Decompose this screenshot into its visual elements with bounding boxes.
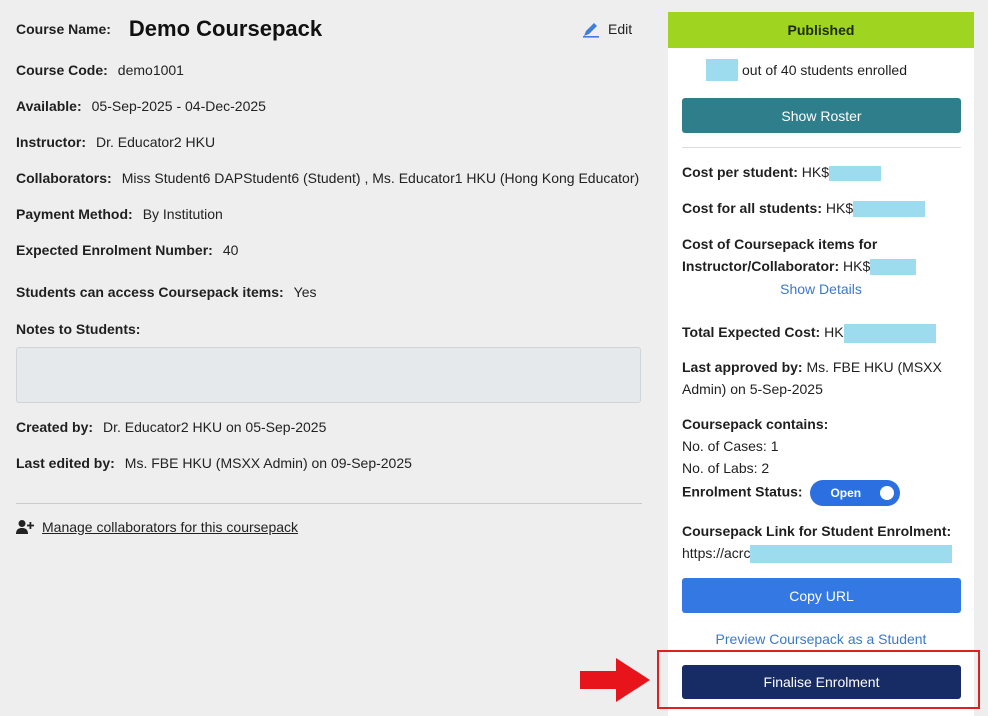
divider [16, 503, 642, 504]
cost-all-label: Cost for all students: [682, 200, 823, 216]
course-code-value: demo1001 [117, 62, 184, 78]
expected-label: Expected Enrolment Number: [16, 242, 213, 258]
created-label: Created by: [16, 419, 94, 435]
redacted-cost [853, 201, 926, 218]
collaborators-label: Collaborators: [16, 170, 112, 186]
edited-row: Last edited by: Ms. FBE HKU (MSXX Admin) … [16, 455, 412, 471]
preview-as-student-link[interactable]: Preview Coursepack as a Student [668, 631, 974, 647]
expected-value: 40 [222, 242, 239, 258]
total-cost-row: Total Expected Cost: HK [682, 321, 936, 343]
contains-label-text: Coursepack contains: [682, 416, 829, 432]
edit-label: Edit [608, 21, 633, 37]
access-value: Yes [293, 284, 317, 300]
expected-row: Expected Enrolment Number: 40 [16, 242, 238, 258]
approved-row: Last approved by: Ms. FBE HKU (MSXX Admi… [682, 356, 967, 400]
available-label: Available: [16, 98, 82, 114]
show-roster-button[interactable]: Show Roster [682, 98, 961, 133]
created-row: Created by: Dr. Educator2 HKU on 05-Sep-2… [16, 419, 326, 435]
cost-per-student-prefix: HK$ [801, 164, 830, 180]
collaborators-row: Collaborators: Miss Student6 DAPStudent6 … [16, 170, 639, 186]
instructor-value: Dr. Educator2 HKU [96, 134, 216, 150]
contains-label: Coursepack contains: [682, 413, 828, 435]
enrolled-count: out of 40 students enrolled [706, 59, 907, 81]
edited-value: Ms. FBE HKU (MSXX Admin) on 09-Sep-2025 [124, 455, 412, 471]
created-value: Dr. Educator2 HKU on 05-Sep-2025 [103, 419, 327, 435]
cost-per-student-label: Cost per student: [682, 164, 798, 180]
redacted-count [706, 59, 738, 81]
instructor-label: Instructor: [16, 134, 86, 150]
panel-divider [682, 147, 961, 148]
cost-items-prefix: HK$ [843, 258, 871, 274]
enrolment-status-label: Enrolment Status: [682, 483, 803, 500]
enrolled-text: out of 40 students enrolled [742, 62, 908, 78]
show-details-link[interactable]: Show Details [668, 281, 974, 297]
manage-collaborators-link[interactable]: Manage collaborators for this coursepack [16, 519, 298, 535]
edit-button[interactable]: Edit [582, 20, 632, 38]
course-details: Course Name: Demo Coursepack Edit Course … [16, 0, 642, 716]
cost-per-student-row: Cost per student: HK$ [682, 161, 882, 183]
manage-collaborators-label: Manage collaborators for this coursepack [42, 519, 299, 535]
available-value: 05-Sep-2025 - 04-Dec-2025 [91, 98, 266, 114]
course-name-label: Course Name: [16, 21, 111, 37]
labs-count: No. of Labs: 2 [682, 460, 770, 476]
redacted-cost [829, 165, 882, 181]
redacted-link [750, 545, 953, 564]
add-user-icon [16, 520, 34, 534]
access-label: Students can access Coursepack items: [16, 284, 284, 300]
available-row: Available: 05-Sep-2025 - 04-Dec-2025 [16, 98, 266, 114]
enrolment-link-prefix: https://acrc [682, 545, 751, 561]
approved-label: Last approved by: [682, 359, 803, 375]
enrolment-status-row: Enrolment Status: Open [682, 480, 901, 506]
total-cost-label: Total Expected Cost: [682, 324, 821, 340]
link-label-row: Coursepack Link for Student Enrolment: [682, 520, 951, 542]
page-title: Demo Coursepack [128, 16, 323, 41]
course-code-label: Course Code: [16, 62, 108, 78]
access-row: Students can access Coursepack items: Yes [16, 284, 317, 300]
copy-url-button[interactable]: Copy URL [682, 578, 961, 613]
cost-items-row: Cost of Coursepack items for Instructor/… [682, 233, 967, 277]
pencil-icon [583, 23, 599, 38]
redacted-cost [843, 323, 936, 343]
cost-all-row: Cost for all students: HK$ [682, 197, 926, 219]
notes-row: Notes to Students: [16, 321, 150, 337]
status-panel: Published out of 40 students enrolled Sh… [668, 12, 974, 716]
course-name-row: Course Name: Demo Coursepack [16, 14, 323, 41]
collaborators-value: Miss Student6 DAPStudent6 (Student) , Ms… [121, 170, 640, 186]
highlight-box [657, 650, 980, 709]
payment-label: Payment Method: [16, 206, 133, 222]
payment-value: By Institution [142, 206, 223, 222]
published-status-bar: Published [668, 12, 974, 48]
notes-label: Notes to Students: [16, 321, 141, 337]
cost-all-prefix: HK$ [825, 200, 854, 216]
course-code-row: Course Code: demo1001 [16, 62, 184, 78]
instructor-row: Instructor: Dr. Educator2 HKU [16, 134, 215, 150]
enrolment-link: https://acrc [682, 542, 953, 564]
enrolment-status-toggle[interactable]: Open [810, 480, 901, 506]
enrolment-status-value: Open [830, 486, 862, 500]
toggle-knob [880, 486, 895, 500]
redacted-cost [870, 259, 917, 276]
arrow-right-icon [580, 658, 650, 702]
total-cost-prefix: HK [824, 324, 844, 340]
link-label: Coursepack Link for Student Enrolment: [682, 523, 952, 539]
edited-label: Last edited by: [16, 455, 115, 471]
notes-field [16, 347, 641, 403]
cases-count: No. of Cases: 1 [682, 438, 779, 454]
payment-row: Payment Method: By Institution [16, 206, 223, 222]
